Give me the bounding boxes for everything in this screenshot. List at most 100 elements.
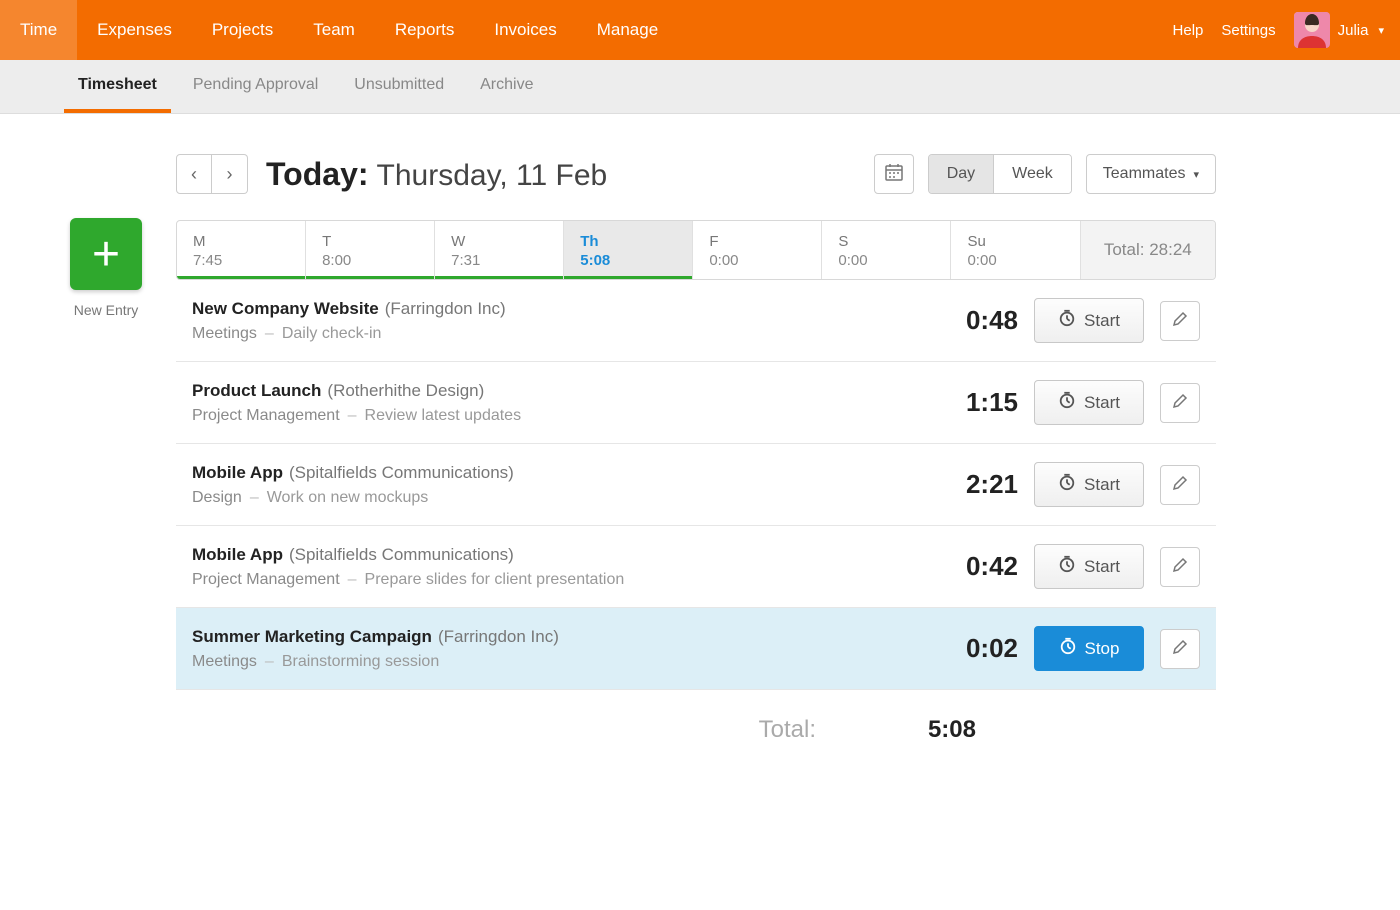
chevron-right-icon: ›	[227, 164, 233, 185]
start-timer-button[interactable]: Start	[1034, 298, 1144, 343]
day-abbr: F	[709, 233, 805, 250]
new-entry-button[interactable]: +	[70, 218, 142, 290]
entry-notes: Daily check-in	[282, 325, 382, 343]
view-week-button[interactable]: Week	[993, 155, 1071, 193]
entry-duration: 0:02	[938, 633, 1018, 664]
nav-manage[interactable]: Manage	[577, 0, 678, 60]
week-total: Total: 28:24	[1081, 221, 1216, 279]
subnav-timesheet[interactable]: Timesheet	[64, 60, 171, 113]
day-cell-s[interactable]: S 0:00	[822, 221, 951, 279]
task-name: Project Management	[192, 407, 340, 425]
entry-duration: 2:21	[938, 469, 1018, 500]
subnav-archive[interactable]: Archive	[466, 60, 547, 113]
day-time: 7:31	[451, 252, 547, 269]
stop-timer-button[interactable]: Stop	[1034, 626, 1144, 671]
timer-button-label: Start	[1084, 557, 1120, 577]
footer-total-value: 5:08	[896, 716, 976, 744]
project-name: Product Launch	[192, 381, 321, 401]
edit-entry-button[interactable]	[1160, 301, 1200, 341]
date-nav: ‹ ›	[176, 154, 248, 194]
today-label: Today:	[266, 156, 369, 193]
settings-link[interactable]: Settings	[1221, 22, 1275, 39]
title-block: Today: Thursday, 11 Feb	[266, 156, 607, 193]
day-cell-t[interactable]: T8:00	[306, 221, 435, 279]
week-strip: M7:45T8:00W7:31Th5:08F0:00S0:00Su0:00Tot…	[176, 220, 1216, 280]
nav-invoices[interactable]: Invoices	[474, 0, 576, 60]
nav-time[interactable]: Time	[0, 0, 77, 60]
top-nav-left: TimeExpensesProjectsTeamReportsInvoicesM…	[0, 0, 678, 60]
chevron-left-icon: ‹	[191, 164, 197, 185]
pencil-icon	[1172, 475, 1188, 495]
entry-duration: 0:48	[938, 305, 1018, 336]
user-menu[interactable]: Julia ▾	[1294, 12, 1384, 48]
day-time: 0:00	[838, 252, 934, 269]
dash: –	[348, 571, 357, 589]
day-cell-f[interactable]: F 0:00	[693, 221, 822, 279]
edit-entry-button[interactable]	[1160, 629, 1200, 669]
day-time: 0:00	[967, 252, 1063, 269]
calendar-button[interactable]	[874, 154, 914, 194]
dash: –	[265, 325, 274, 343]
client-name: (Rotherhithe Design)	[327, 381, 484, 401]
client-name: (Spitalfields Communications)	[289, 545, 514, 565]
sidebar-new-entry: + New Entry	[60, 154, 152, 754]
day-cell-w[interactable]: W7:31	[435, 221, 564, 279]
client-name: (Farringdon Inc)	[385, 299, 506, 319]
start-timer-button[interactable]: Start	[1034, 380, 1144, 425]
entry-duration: 1:15	[938, 387, 1018, 418]
entry-notes: Prepare slides for client presentation	[365, 571, 625, 589]
nav-team[interactable]: Team	[293, 0, 375, 60]
project-name: Mobile App	[192, 463, 283, 483]
date-label: Thursday, 11 Feb	[377, 159, 608, 193]
start-timer-button[interactable]: Start	[1034, 544, 1144, 589]
entry-duration: 0:42	[938, 551, 1018, 582]
day-abbr: S	[838, 233, 934, 250]
entry-info: Mobile App (Spitalfields Communications)…	[192, 545, 922, 589]
entry-info: Mobile App (Spitalfields Communications)…	[192, 463, 922, 507]
nav-projects[interactable]: Projects	[192, 0, 293, 60]
day-abbr: M	[193, 233, 289, 250]
pencil-icon	[1172, 393, 1188, 413]
dash: –	[265, 653, 274, 671]
start-timer-button[interactable]: Start	[1034, 462, 1144, 507]
footer-total: Total: 5:08	[176, 690, 1216, 754]
day-abbr: Th	[580, 233, 676, 250]
prev-day-button[interactable]: ‹	[176, 154, 212, 194]
project-name: Summer Marketing Campaign	[192, 627, 432, 647]
timer-button-label: Stop	[1085, 639, 1120, 659]
user-name: Julia	[1338, 22, 1369, 39]
entry-info: New Company Website (Farringdon Inc)Meet…	[192, 299, 922, 343]
project-name: Mobile App	[192, 545, 283, 565]
edit-entry-button[interactable]	[1160, 383, 1200, 423]
edit-entry-button[interactable]	[1160, 465, 1200, 505]
entry-notes: Review latest updates	[365, 407, 522, 425]
new-entry-label: New Entry	[74, 302, 139, 318]
subnav-pending-approval[interactable]: Pending Approval	[179, 60, 332, 113]
next-day-button[interactable]: ›	[212, 154, 248, 194]
day-time: 0:00	[709, 252, 805, 269]
task-name: Meetings	[192, 653, 257, 671]
timer-button-label: Start	[1084, 475, 1120, 495]
view-day-button[interactable]: Day	[929, 155, 993, 193]
clock-icon	[1059, 637, 1077, 660]
dash: –	[348, 407, 357, 425]
teammates-button[interactable]: Teammates ▾	[1086, 154, 1216, 194]
task-name: Meetings	[192, 325, 257, 343]
day-time: 5:08	[580, 252, 676, 269]
edit-entry-button[interactable]	[1160, 547, 1200, 587]
entries-list: New Company Website (Farringdon Inc)Meet…	[176, 280, 1216, 690]
pencil-icon	[1172, 557, 1188, 577]
help-link[interactable]: Help	[1173, 22, 1204, 39]
subnav-unsubmitted[interactable]: Unsubmitted	[340, 60, 458, 113]
day-cell-m[interactable]: M 7:45	[177, 221, 306, 279]
nav-reports[interactable]: Reports	[375, 0, 475, 60]
entry-notes: Work on new mockups	[267, 489, 429, 507]
header-row: ‹ › Today: Thursday, 11 Feb Day Week T	[176, 154, 1216, 194]
timer-button-label: Start	[1084, 311, 1120, 331]
day-time: 7:45	[193, 252, 289, 269]
pencil-icon	[1172, 311, 1188, 331]
day-cell-th[interactable]: Th 5:08	[564, 221, 693, 279]
nav-expenses[interactable]: Expenses	[77, 0, 192, 60]
time-entry: Summer Marketing Campaign (Farringdon In…	[176, 608, 1216, 690]
day-cell-su[interactable]: Su0:00	[951, 221, 1080, 279]
